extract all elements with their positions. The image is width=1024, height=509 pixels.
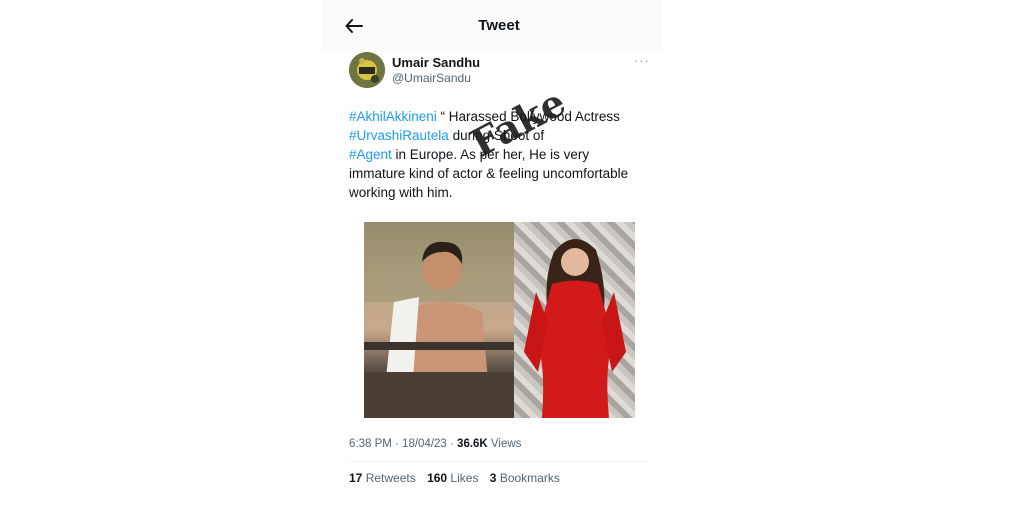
likes-stat[interactable]: 160 Likes	[427, 471, 478, 485]
hashtag-link[interactable]: #AkhilAkkineni	[349, 109, 437, 124]
top-bar: Tweet	[322, 0, 662, 52]
more-options-button[interactable]: ···	[634, 53, 650, 68]
retweets-count: 17	[349, 471, 363, 485]
tweet-text-segment: in Europe. As per her, He is very	[391, 147, 590, 162]
tweet-line: working with him.	[349, 185, 453, 200]
tweet-meta: 6:38 PM · 18/04/23 · 36.6K Views	[349, 438, 521, 450]
tweet-line: #AkhilAkkineni “ Harassed Bollywood Actr…	[349, 107, 654, 126]
tweet-line: immature kind of actor & feeling uncomfo…	[349, 166, 629, 181]
hashtag-link[interactable]: #Agent	[349, 147, 392, 162]
more-horizontal-icon: ···	[634, 53, 650, 68]
tweet-stats: 17 Retweets 160 Likes 3 Bookmarks	[349, 471, 568, 485]
hashtag-link[interactable]: #UrvashiRautela	[349, 128, 449, 143]
actor-photo	[364, 222, 514, 418]
author-name[interactable]: Umair Sandhu	[392, 55, 480, 70]
tweet-text-segment: “ Harassed Bollywood Actress	[436, 109, 620, 124]
views-count: 36.6K	[457, 438, 488, 450]
likes-count: 160	[427, 471, 448, 485]
divider	[349, 461, 649, 462]
actress-photo-image	[524, 238, 626, 418]
retweets-label: Retweets	[362, 471, 416, 485]
actress-photo	[514, 222, 635, 418]
avatar-image	[349, 52, 385, 88]
tweet-line: #Agent in Europe. As per her, He is very	[349, 145, 654, 164]
avatar[interactable]	[349, 52, 385, 88]
tweet-text-segment: during Shoot of	[448, 128, 545, 143]
page-title: Tweet	[478, 17, 520, 34]
retweets-stat[interactable]: 17 Retweets	[349, 471, 416, 485]
tweet-timestamp: 6:38 PM · 18/04/23 ·	[349, 438, 458, 450]
likes-label: Likes	[447, 471, 479, 485]
tweet-line: #UrvashiRautela during Shoot of	[349, 126, 654, 145]
tweet-media[interactable]	[364, 222, 635, 418]
author-handle[interactable]: @UmairSandu	[392, 71, 471, 85]
tweet-text: #AkhilAkkineni “ Harassed Bollywood Actr…	[349, 107, 654, 202]
views-label: Views	[487, 438, 522, 450]
actor-photo-image	[364, 222, 514, 418]
bookmarks-label: Bookmarks	[496, 471, 560, 485]
bookmarks-stat[interactable]: 3 Bookmarks	[490, 471, 560, 485]
